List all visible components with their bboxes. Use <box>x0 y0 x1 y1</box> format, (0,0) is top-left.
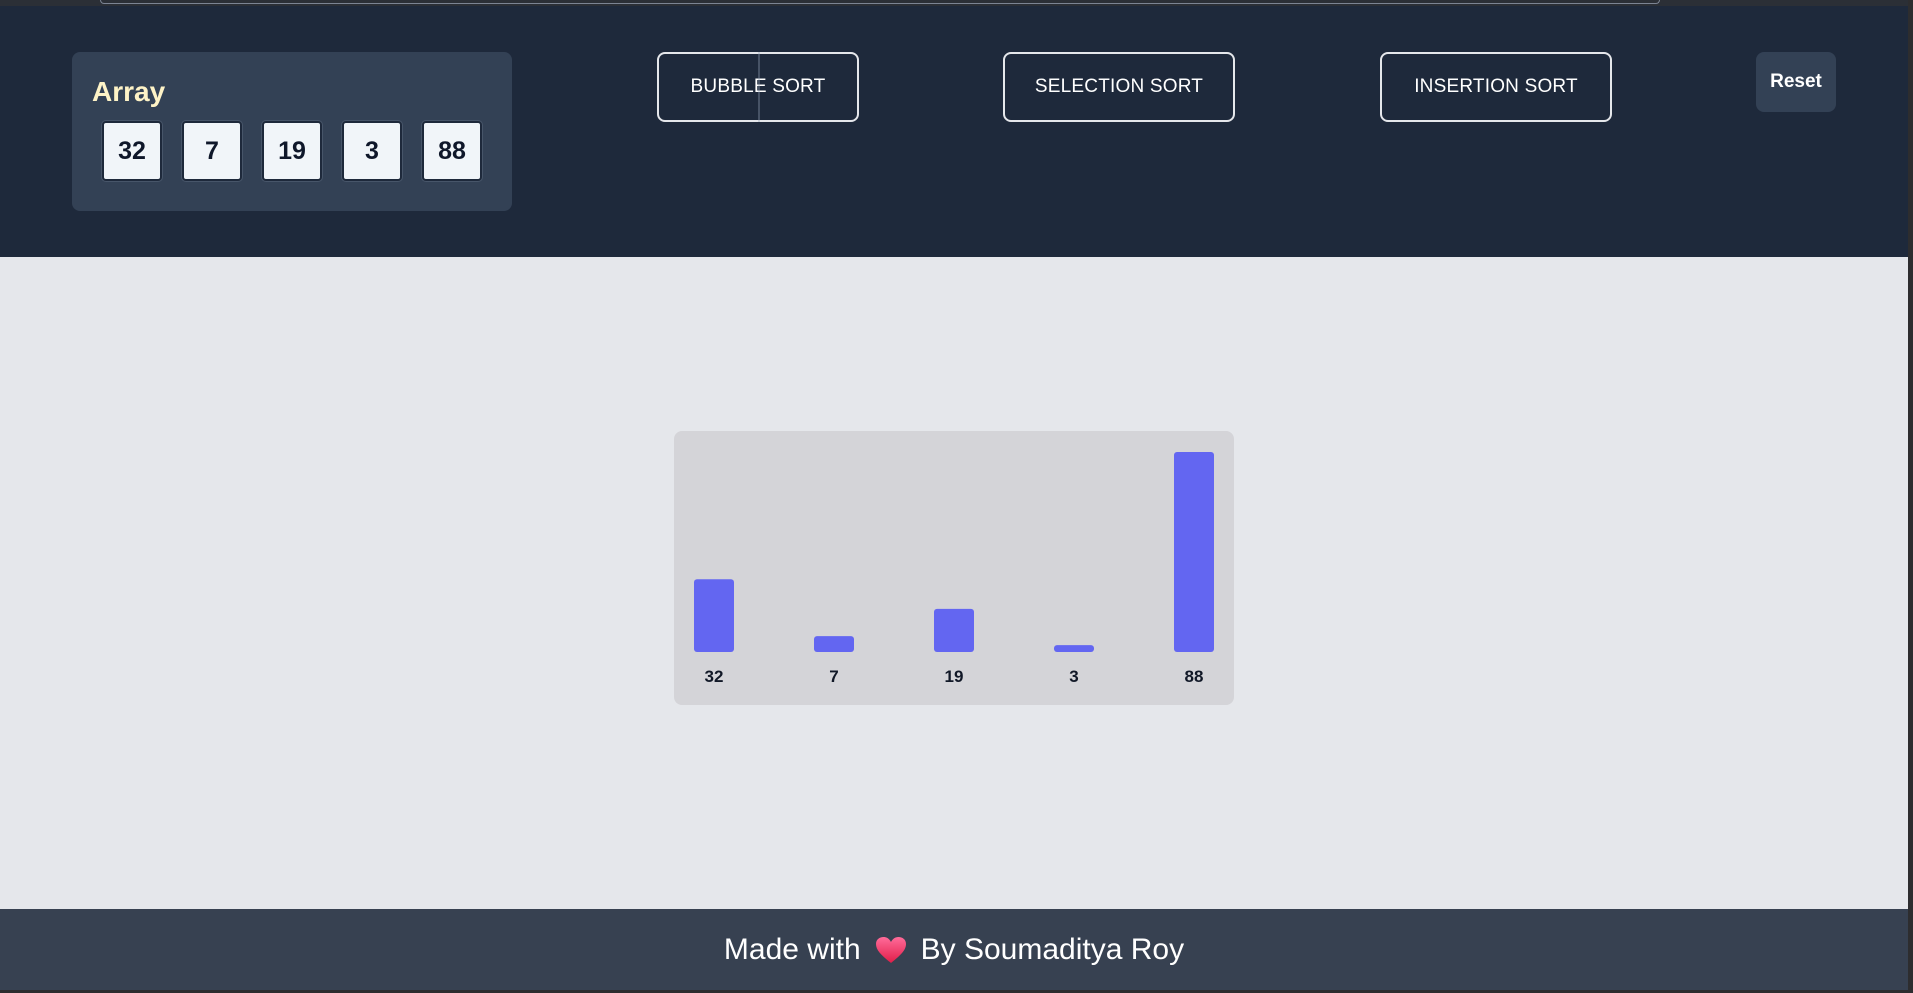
visualizer-area: 32 7 19 3 88 <box>0 257 1908 909</box>
reset-button[interactable]: Reset <box>1756 52 1836 112</box>
footer-text-before: Made with <box>723 932 861 966</box>
window-edge-right <box>1908 0 1913 993</box>
chart-bar-label: 88 <box>1185 667 1204 686</box>
footer: Made with By Soumaditya Roy <box>0 909 1908 990</box>
chart-bar <box>1174 452 1214 652</box>
chart-bar <box>1054 645 1094 652</box>
bar-chart: 32 7 19 3 88 <box>674 431 1234 705</box>
address-field-edge <box>100 0 1660 4</box>
array-cell: 32 <box>102 121 162 181</box>
array-cell: 3 <box>342 121 402 181</box>
chart-bar <box>934 608 974 652</box>
array-cell: 88 <box>422 121 482 181</box>
insertion-sort-button[interactable]: INSERTION SORT <box>1380 52 1612 122</box>
bar-chart-svg: 32 7 19 3 88 <box>694 452 1214 686</box>
selection-sort-button[interactable]: SELECTION SORT <box>1003 52 1235 122</box>
bubble-sort-button[interactable]: BUBBLE SORT <box>657 52 859 122</box>
heart-icon <box>875 936 907 964</box>
chart-bar-label: 32 <box>705 667 724 686</box>
array-cell: 19 <box>262 121 322 181</box>
array-panel: Array 32 7 19 3 88 <box>72 52 512 211</box>
header: Array 32 7 19 3 88 BUBBLE SORT SELECTION… <box>0 6 1908 257</box>
sorting-visualizer-app: Array 32 7 19 3 88 BUBBLE SORT SELECTION… <box>0 0 1908 990</box>
array-cell: 7 <box>182 121 242 181</box>
chart-bar <box>814 636 854 652</box>
chart-bar-label: 7 <box>829 667 838 686</box>
footer-text-after: By Soumaditya Roy <box>920 932 1185 966</box>
array-cells: 32 7 19 3 88 <box>102 121 482 181</box>
chart-bar-label: 19 <box>945 667 964 686</box>
array-title: Array <box>92 76 166 107</box>
chart-bar-label: 3 <box>1069 667 1078 686</box>
chart-bar <box>694 579 734 652</box>
